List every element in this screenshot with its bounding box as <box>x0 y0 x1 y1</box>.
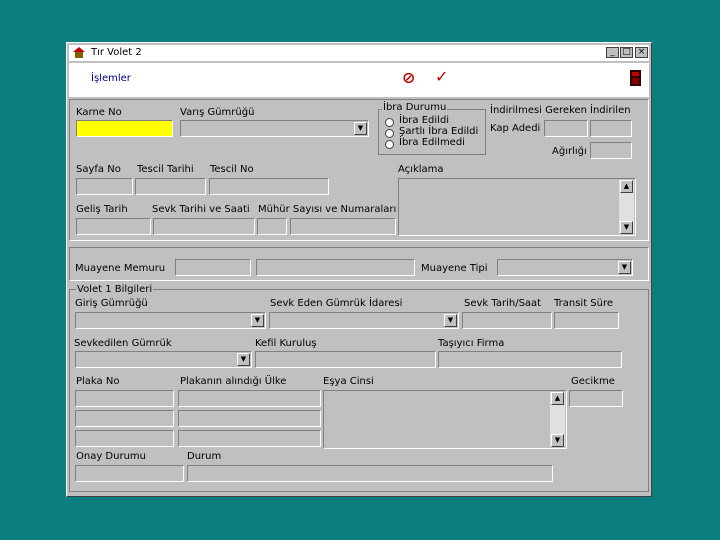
giris-gumrugu-select[interactable]: ▼ <box>75 312 266 329</box>
minimize-button[interactable]: _ <box>606 47 619 58</box>
esya-cinsi-scrollbar[interactable]: ▲ ▼ <box>550 392 565 447</box>
durum-input[interactable] <box>187 465 553 482</box>
chevron-down-icon[interactable]: ▼ <box>618 261 631 274</box>
tescil-tarihi-label: Tescil Tarihi <box>137 164 194 175</box>
tescil-no-input[interactable] <box>209 178 329 195</box>
volet-group: Volet 1 Bilgileri Giriş Gümrüğü ▼ Sevk E… <box>69 284 649 492</box>
tescil-no-label: Tescil No <box>210 164 254 175</box>
varis-gumrugu-select[interactable]: ▼ <box>180 120 369 137</box>
ibra-option-label: Şartlı İbra Edildi <box>399 126 479 137</box>
ibra-option-label: İbra Edilmedi <box>399 137 465 148</box>
indirilmesi-gereken-label: İndirilmesi Gereken <box>490 105 588 116</box>
durum-label: Durum <box>187 451 222 462</box>
exit-door-icon[interactable] <box>630 70 641 89</box>
radio-ibra-edilmedi[interactable] <box>385 140 394 149</box>
ibra-option-label: İbra Edildi <box>399 115 450 126</box>
varis-gumrugu-label: Varış Gümrüğü <box>180 107 255 118</box>
karne-no-input[interactable] <box>76 120 173 137</box>
sayfa-no-input[interactable] <box>76 178 133 195</box>
aciklama-textarea[interactable]: ▲ ▼ <box>398 178 636 236</box>
muayene-tipi-select[interactable]: ▼ <box>497 259 633 276</box>
sevk-saati-input[interactable] <box>257 218 287 235</box>
muayene-tipi-label: Muayene Tipi <box>421 263 488 274</box>
esya-cinsi-label: Eşya Cinsi <box>323 376 374 387</box>
agirligi-label: Ağırlığı <box>552 146 587 157</box>
sevk-tarihi-label: Sevk Tarihi ve Saati <box>152 204 250 215</box>
sevk-eden-select[interactable]: ▼ <box>269 312 459 329</box>
ok-icon[interactable]: ✓ <box>435 67 448 86</box>
radio-sartli-ibra[interactable] <box>385 129 394 138</box>
kap-adedi-gereken-input[interactable] <box>544 120 588 137</box>
volet-title: Volet 1 Bilgileri <box>76 284 154 295</box>
radio-ibra-edildi[interactable] <box>385 118 394 127</box>
sayfa-no-label: Sayfa No <box>76 164 121 175</box>
muhur-numaralari-input[interactable] <box>290 218 396 235</box>
app-icon <box>73 47 85 58</box>
kefil-kurulus-input[interactable] <box>255 351 436 368</box>
gecikme-input[interactable] <box>569 390 623 407</box>
aciklama-label: Açıklama <box>398 164 444 175</box>
karne-no-label: Karne No <box>76 107 122 118</box>
onay-durumu-input[interactable] <box>75 465 184 482</box>
tasiyici-firma-label: Taşıyıcı Firma <box>438 338 505 349</box>
kefil-kurulus-label: Kefil Kuruluş <box>255 338 317 349</box>
sevk-tarih-saat-input[interactable] <box>462 312 552 329</box>
kap-adedi-indirilen-input[interactable] <box>590 120 632 137</box>
chevron-down-icon[interactable]: ▼ <box>444 314 457 327</box>
plakanin-ulke-label: Plakanın alındığı Ülke <box>180 376 287 387</box>
plaka-ulke-input-1[interactable] <box>178 390 321 407</box>
esya-cinsi-textarea[interactable]: ▲ ▼ <box>323 390 567 449</box>
title-bar: Tır Volet 2 _ □ × <box>69 45 649 61</box>
plaka-no-input-3[interactable] <box>75 430 174 447</box>
plaka-no-input-1[interactable] <box>75 390 174 407</box>
top-panel: Karne No Varış Gümrüğü ▼ İbra Durumu İbr… <box>69 99 649 241</box>
menu-bar: İşlemler ⊘ ✓ <box>69 63 649 97</box>
kap-adedi-label: Kap Adedi <box>490 123 541 134</box>
close-button[interactable]: × <box>635 47 648 58</box>
menu-islemler[interactable]: İşlemler <box>91 73 131 84</box>
plaka-no-label: Plaka No <box>76 376 120 387</box>
ibra-durumu-label: İbra Durumu <box>382 102 448 113</box>
scroll-down-icon[interactable]: ▼ <box>551 434 564 447</box>
transit-sure-input[interactable] <box>554 312 619 329</box>
sevkedilen-gumruk-select[interactable]: ▼ <box>75 351 252 368</box>
sevk-tarih-saat-label: Sevk Tarih/Saat <box>464 298 542 309</box>
gelis-tarih-input[interactable] <box>76 218 151 235</box>
sevk-tarihi-input[interactable] <box>153 218 255 235</box>
plaka-no-input-2[interactable] <box>75 410 174 427</box>
transit-sure-label: Transit Süre <box>554 298 614 309</box>
plaka-ulke-input-2[interactable] <box>178 410 321 427</box>
gecikme-label: Gecikme <box>571 376 615 387</box>
tasiyici-firma-input[interactable] <box>438 351 622 368</box>
muayene-memuru-code-input[interactable] <box>175 259 251 276</box>
giris-gumrugu-label: Giriş Gümrüğü <box>75 298 148 309</box>
chevron-down-icon[interactable]: ▼ <box>354 122 367 135</box>
plaka-ulke-input-3[interactable] <box>178 430 321 447</box>
muhur-sayisi-label: Mühür Sayısı ve Numaraları <box>258 204 397 215</box>
maximize-button[interactable]: □ <box>620 47 633 58</box>
sevk-eden-label: Sevk Eden Gümrük İdaresi <box>270 298 403 309</box>
muayene-panel: Muayene Memuru Muayene Tipi ▼ <box>69 247 649 281</box>
indirilen-label: İndirilen <box>590 105 631 116</box>
scroll-down-icon[interactable]: ▼ <box>620 221 633 234</box>
chevron-down-icon[interactable]: ▼ <box>251 314 264 327</box>
agirligi-input[interactable] <box>590 142 632 159</box>
scroll-up-icon[interactable]: ▲ <box>620 180 633 193</box>
gelis-tarih-label: Geliş Tarih <box>76 204 128 215</box>
muayene-memuru-name-input[interactable] <box>256 259 415 276</box>
aciklama-scrollbar[interactable]: ▲ ▼ <box>619 180 634 234</box>
tescil-tarihi-input[interactable] <box>135 178 206 195</box>
onay-durumu-label: Onay Durumu <box>76 451 146 462</box>
muayene-memuru-label: Muayene Memuru <box>75 263 166 274</box>
main-window: Tır Volet 2 _ □ × İşlemler ⊘ ✓ Karne No … <box>66 42 652 497</box>
window-title: Tır Volet 2 <box>91 47 142 58</box>
scroll-up-icon[interactable]: ▲ <box>551 392 564 405</box>
sevkedilen-gumruk-label: Sevkedilen Gümrük <box>74 338 172 349</box>
chevron-down-icon[interactable]: ▼ <box>237 353 250 366</box>
cancel-icon[interactable]: ⊘ <box>402 68 415 87</box>
